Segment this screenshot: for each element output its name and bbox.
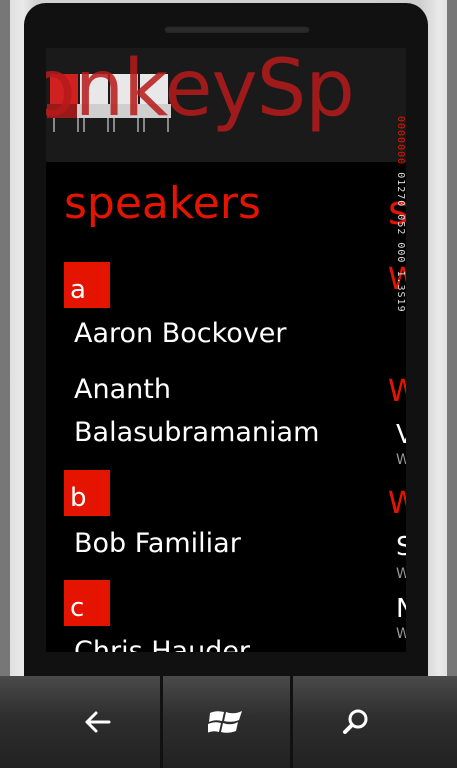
peek-session-text: S: [396, 532, 406, 562]
speaker-item[interactable]: Aaron Bockover: [74, 312, 287, 355]
speaker-item[interactable]: Ananth: [74, 368, 171, 411]
peek-session-title[interactable]: W: [388, 374, 406, 409]
phone-body: onkeySp speakers s a Aaron Bockover Anan…: [0, 0, 457, 768]
windows-logo-icon: [208, 711, 242, 733]
group-header-b[interactable]: b: [64, 470, 110, 516]
earpiece-grille: [164, 25, 310, 33]
hardware-nav-bar: [0, 676, 457, 768]
peek-session-subtext: W: [396, 566, 406, 582]
back-arrow-icon: [85, 711, 111, 733]
group-header-a[interactable]: a: [64, 262, 110, 308]
peek-session-subtext: W: [396, 626, 406, 642]
start-button[interactable]: [162, 676, 290, 768]
speaker-item[interactable]: Chris Hauder: [74, 630, 250, 652]
peek-session-subtext: W: [396, 452, 406, 468]
group-header-c[interactable]: c: [64, 580, 110, 626]
search-icon: [343, 709, 368, 734]
speaker-item-continued[interactable]: Balasubramaniam: [74, 411, 319, 454]
speaker-item[interactable]: Bob Familiar: [74, 522, 241, 565]
peek-session-text: V: [396, 420, 406, 450]
frame-rate-counter-overlay: 0000000 01270 052 000 1.3S19: [395, 116, 406, 313]
back-button[interactable]: [34, 676, 162, 768]
peek-session-text: N: [396, 594, 406, 624]
panorama-title: onkeySp: [46, 48, 355, 134]
app-screen: onkeySp speakers s a Aaron Bockover Anan…: [46, 48, 406, 652]
left-rail: [0, 0, 10, 676]
panorama-header-image: onkeySp: [46, 48, 406, 162]
page-title: speakers: [64, 178, 261, 229]
peek-session-title[interactable]: W: [388, 486, 406, 521]
search-button[interactable]: [292, 676, 420, 768]
right-rail: [447, 0, 457, 676]
